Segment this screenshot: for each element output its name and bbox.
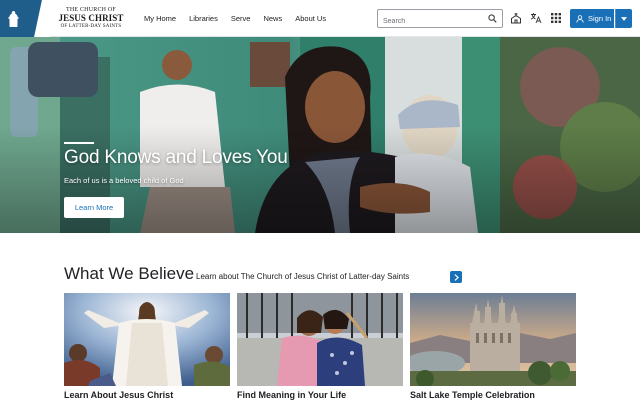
hero-subtitle: Each of us is a beloved child of God (64, 176, 184, 185)
card-find-meaning[interactable]: Find Meaning in Your Life (237, 293, 403, 400)
card-image (64, 293, 230, 386)
learn-about-church-link[interactable]: Learn about The Church of Jesus Christ o… (196, 272, 409, 281)
card-image (410, 293, 576, 386)
search-icon[interactable] (488, 14, 497, 23)
hugging-women-image (237, 293, 403, 386)
nav-my-home[interactable]: My Home (144, 14, 176, 23)
card-learn-about-jesus[interactable]: Learn About Jesus Christ (64, 293, 230, 400)
hero-banner: God Knows and Loves You Each of us is a … (0, 37, 640, 233)
card-caption: Learn About Jesus Christ (64, 390, 174, 400)
learn-more-button[interactable]: Learn More (64, 197, 124, 218)
meetinghouse-icon[interactable] (510, 12, 522, 24)
nav-libraries[interactable]: Libraries (189, 14, 218, 23)
hero-accent-line (64, 142, 94, 144)
card-salt-lake-temple[interactable]: Salt Lake Temple Celebration (410, 293, 576, 400)
sign-in-button[interactable]: Sign In (570, 9, 614, 28)
logo-emblem[interactable] (0, 0, 50, 37)
learn-about-church-arrow[interactable] (450, 271, 462, 283)
christ-painting-image (64, 293, 230, 386)
sign-in-menu-toggle[interactable] (615, 9, 632, 28)
christus-logo-icon (8, 10, 19, 27)
site-header: THE CHURCH OF JESUS CHRIST OF LATTER-DAY… (0, 0, 640, 37)
search-input[interactable] (378, 13, 478, 30)
user-icon (576, 14, 584, 23)
card-caption: Salt Lake Temple Celebration (410, 390, 535, 400)
language-icon[interactable] (530, 12, 542, 24)
chevron-down-icon (621, 16, 627, 21)
section-title: What We Believe (64, 264, 195, 283)
wordmark-line2: JESUS CHRIST (58, 13, 124, 23)
nav-about-us[interactable]: About Us (295, 14, 326, 23)
wordmark-line3: OF LATTER-DAY SAINTS (60, 24, 122, 29)
sign-in-label: Sign In (588, 14, 612, 23)
card-image (237, 293, 403, 386)
nav-news[interactable]: News (263, 14, 282, 23)
nav-serve[interactable]: Serve (231, 14, 251, 23)
search-box (377, 9, 503, 30)
chevron-right-icon (453, 273, 459, 281)
church-wordmark[interactable]: THE CHURCH OF JESUS CHRIST OF LATTER-DAY… (58, 7, 124, 29)
main-nav: My Home Libraries Serve News About Us (144, 0, 326, 37)
salt-lake-temple-image (410, 293, 576, 386)
hero-title: God Knows and Loves You (64, 147, 288, 168)
card-caption: Find Meaning in Your Life (237, 390, 347, 400)
apps-grid-icon[interactable] (550, 12, 562, 24)
